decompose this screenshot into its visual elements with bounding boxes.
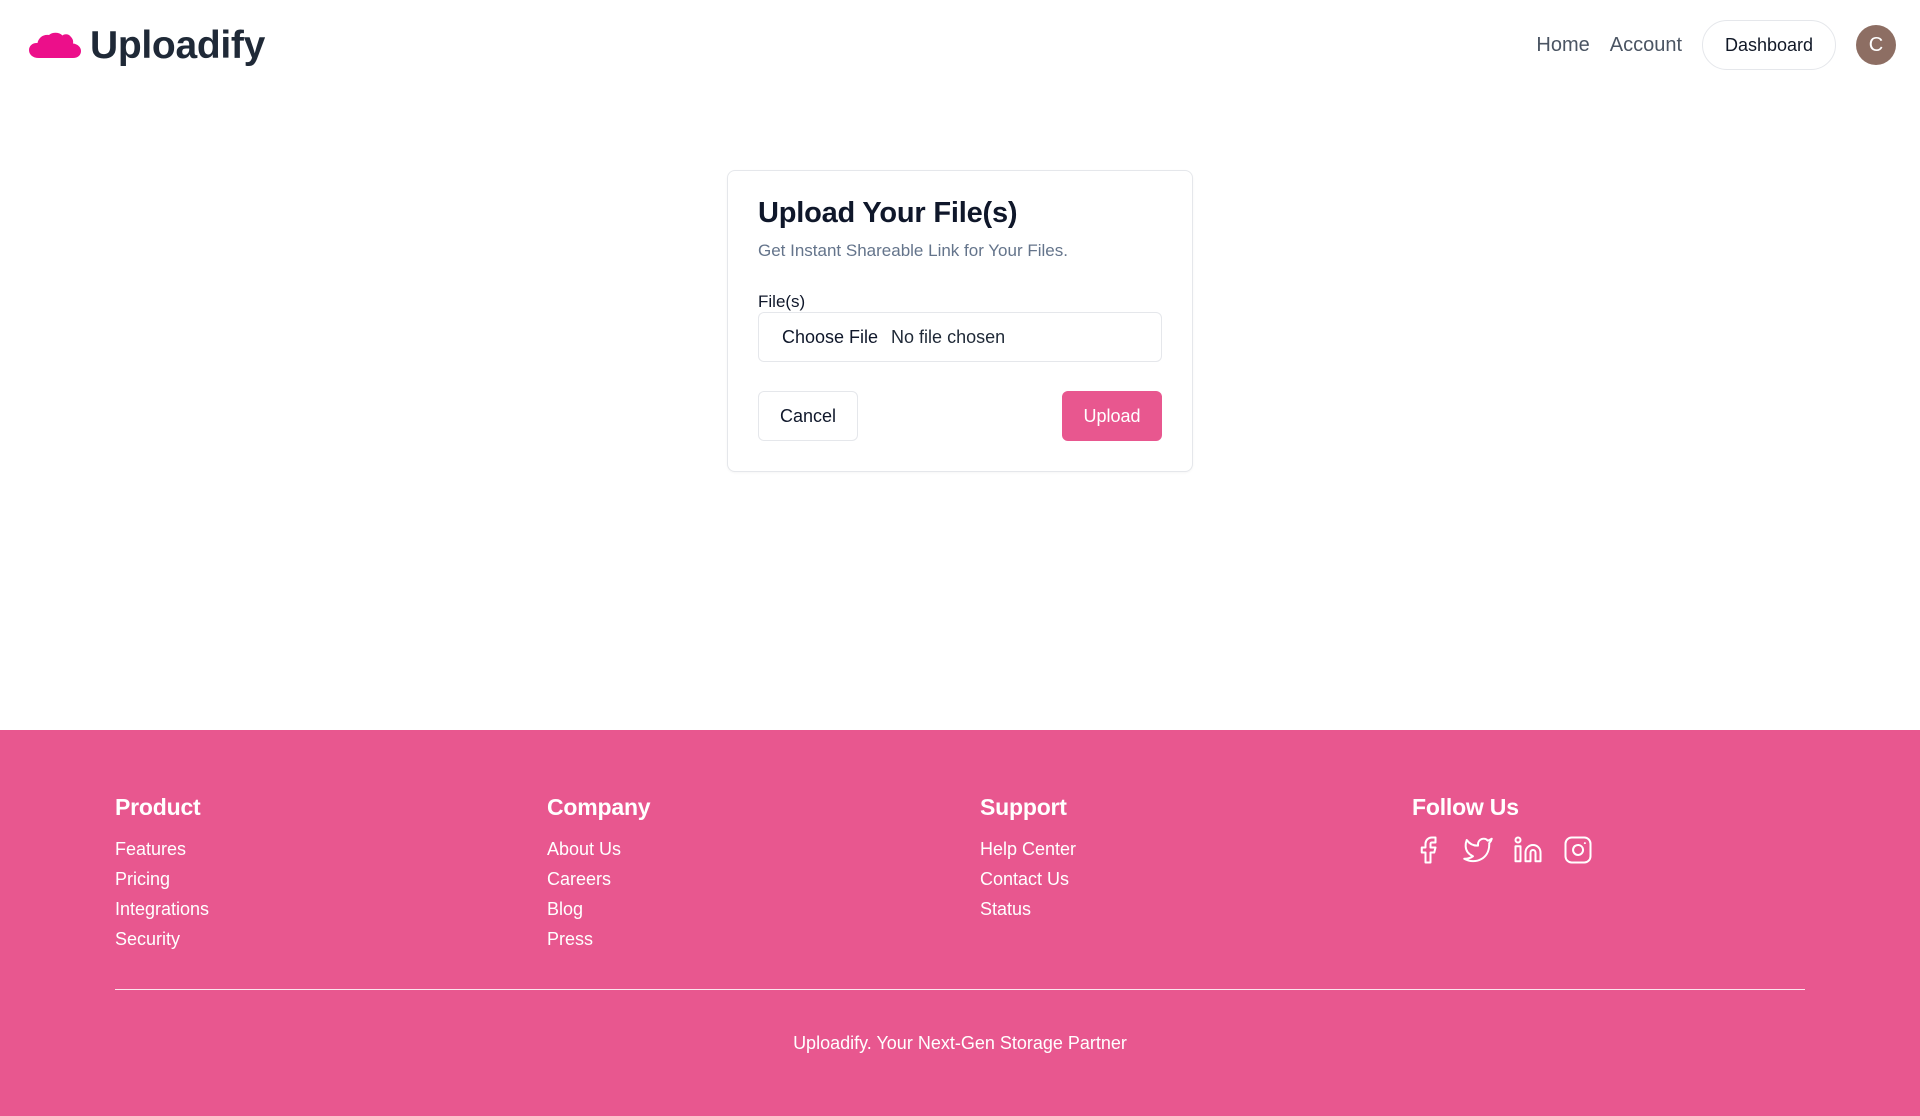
footer-follow-title: Follow Us — [1412, 794, 1519, 820]
footer-tagline: Uploadify. Your Next-Gen Storage Partner — [793, 1033, 1127, 1053]
footer-company-column: Company About Us Careers Blog Press — [547, 794, 651, 954]
social-links — [1412, 834, 1612, 866]
footer-link-blog[interactable]: Blog — [547, 894, 650, 924]
brand[interactable]: Uploadify — [29, 24, 265, 68]
footer-link-press[interactable]: Press — [547, 924, 650, 954]
footer-company-title: Company — [547, 794, 651, 820]
facebook-icon[interactable] — [1412, 834, 1444, 866]
nav-home-link[interactable]: Home — [1536, 20, 1589, 70]
footer-support-column: Support Help Center Contact Us Status — [980, 794, 1076, 924]
site-header: Uploadify Home Account Dashboard C — [0, 0, 1920, 90]
upload-card: Upload Your File(s) Get Instant Shareabl… — [727, 170, 1193, 472]
footer-divider — [115, 989, 1805, 990]
file-status-text: No file chosen — [891, 326, 1006, 347]
footer-follow-column: Follow Us — [1412, 794, 1612, 866]
footer-link-features[interactable]: Features — [115, 834, 209, 864]
footer-product-column: Product Features Pricing Integrations Se… — [115, 794, 209, 954]
twitter-icon[interactable] — [1462, 834, 1494, 866]
upload-card-title: Upload Your File(s) — [758, 197, 1018, 229]
dashboard-button[interactable]: Dashboard — [1702, 20, 1836, 70]
avatar[interactable]: C — [1856, 25, 1896, 65]
cloud-logo-icon — [29, 32, 81, 58]
site-footer: Product Features Pricing Integrations Se… — [0, 730, 1920, 1116]
upload-card-subtitle: Get Instant Shareable Link for Your File… — [758, 241, 1068, 260]
nav-account-link[interactable]: Account — [1610, 20, 1682, 70]
footer-link-integrations[interactable]: Integrations — [115, 894, 209, 924]
footer-link-contact-us[interactable]: Contact Us — [980, 864, 1076, 894]
upload-button[interactable]: Upload — [1062, 391, 1162, 441]
footer-product-title: Product — [115, 794, 201, 820]
instagram-icon[interactable] — [1562, 834, 1594, 866]
footer-link-pricing[interactable]: Pricing — [115, 864, 209, 894]
footer-link-about-us[interactable]: About Us — [547, 834, 650, 864]
cancel-button[interactable]: Cancel — [758, 391, 858, 441]
file-input[interactable]: Choose File No file chosen — [758, 312, 1162, 362]
choose-file-button[interactable]: Choose File — [782, 327, 878, 348]
footer-link-help-center[interactable]: Help Center — [980, 834, 1076, 864]
footer-link-status[interactable]: Status — [980, 894, 1076, 924]
footer-link-security[interactable]: Security — [115, 924, 209, 954]
footer-support-title: Support — [980, 794, 1067, 820]
brand-name: Uploadify — [90, 24, 265, 67]
file-field-label: File(s) — [758, 292, 806, 311]
footer-link-careers[interactable]: Careers — [547, 864, 650, 894]
linkedin-icon[interactable] — [1512, 834, 1544, 866]
main-nav: Home Account Dashboard C — [1536, 20, 1896, 70]
